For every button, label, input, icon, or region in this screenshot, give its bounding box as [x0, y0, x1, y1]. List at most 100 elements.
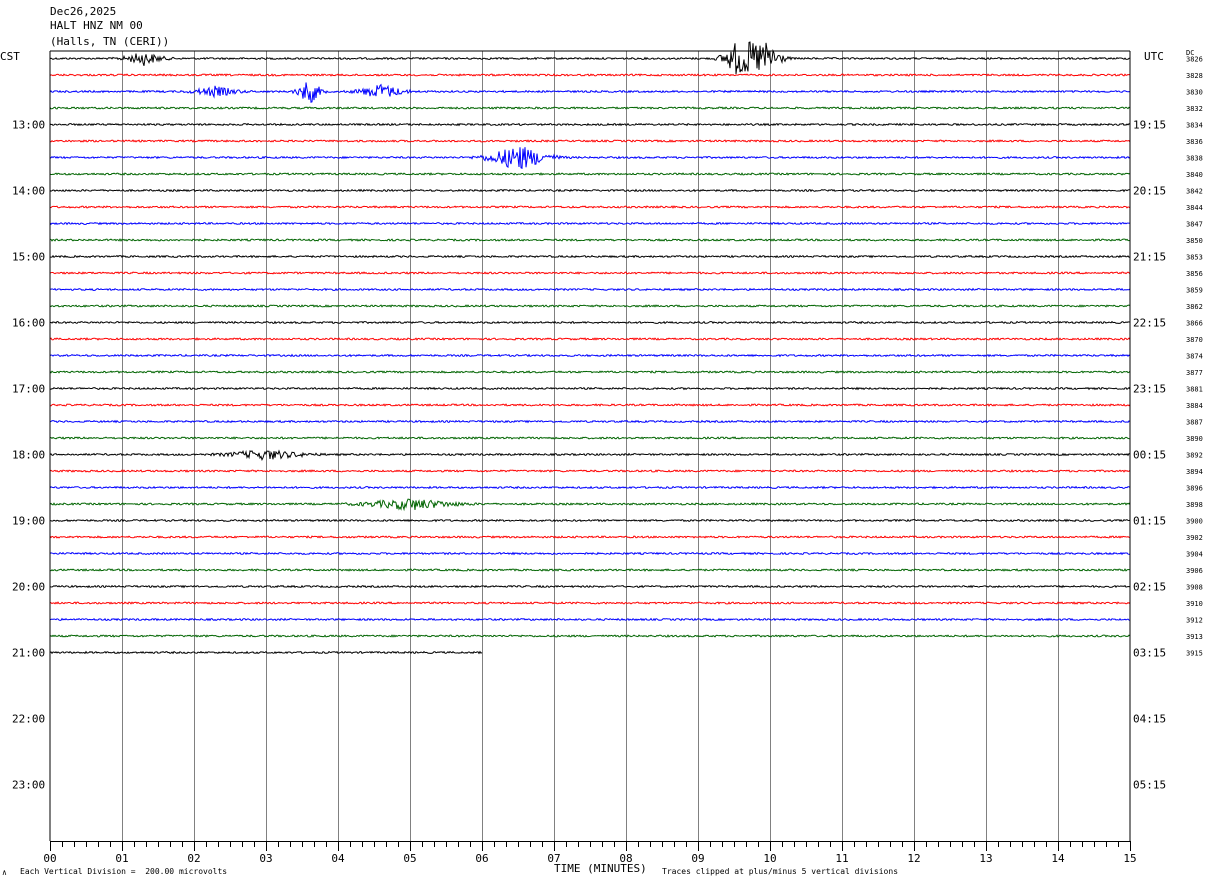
seismic-trace-33: [49, 584, 1131, 589]
hour-label-right: 05:15: [1133, 779, 1166, 792]
x-tick-label: 01: [115, 852, 128, 865]
hour-label-left: 16:00: [12, 317, 45, 330]
dc-offset-label: 3862: [1186, 303, 1203, 311]
dc-offset-label: 3870: [1186, 336, 1203, 344]
hour-label-right: 21:15: [1133, 251, 1166, 264]
dc-offset-label: 3826: [1186, 56, 1203, 64]
dc-offset-label: 3830: [1186, 89, 1203, 97]
seismic-trace-6: [49, 139, 1131, 143]
dc-offset-label: 3877: [1186, 369, 1203, 377]
seismic-trace-18: [49, 337, 1131, 341]
x-tick-label: 00: [43, 852, 56, 865]
dc-offset-label: 3910: [1186, 600, 1203, 608]
dc-offset-label: 3887: [1186, 419, 1203, 427]
hour-label-left: 15:00: [12, 251, 45, 264]
x-tick-label: 02: [187, 852, 200, 865]
dc-offset-label: 3859: [1186, 287, 1203, 295]
x-tick-label: 06: [475, 852, 488, 865]
x-tick-label: 03: [259, 852, 272, 865]
dc-offset-label: 3908: [1186, 584, 1203, 592]
seismic-trace-35: [49, 617, 1131, 622]
hour-label-right: 22:15: [1133, 317, 1166, 330]
seismic-trace-4: [49, 106, 1131, 110]
dc-offset-label: 3896: [1186, 485, 1203, 493]
dc-offset-label: 3828: [1186, 72, 1203, 80]
seismic-trace-29: [49, 518, 1131, 523]
seismic-trace-13: [49, 254, 1131, 259]
dc-offset-label: 3866: [1186, 320, 1203, 328]
hour-label-left: 23:00: [12, 779, 45, 792]
x-tick-label: 05: [403, 852, 416, 865]
x-tick-label: 15: [1123, 852, 1136, 865]
dc-offset-label: 3906: [1186, 567, 1203, 575]
clip-note: Traces clipped at plus/minus 5 vertical …: [662, 867, 899, 876]
seismic-trace-34: [49, 601, 1131, 605]
axis-labels: 00 01 02 03 04 05 06 07 08 09 10 11 12 13 14 1513:0014:…: [12, 56, 1203, 866]
dc-offset-label: 3892: [1186, 452, 1203, 460]
hour-label-left: 22:00: [12, 713, 45, 726]
seismic-trace-22: [49, 403, 1131, 407]
dc-offset-label: 3913: [1186, 633, 1203, 641]
seismic-trace-10: [49, 205, 1131, 209]
hour-label-right: 20:15: [1133, 185, 1166, 198]
dc-offset-label: 3844: [1186, 204, 1203, 212]
hour-label-left: 21:00: [12, 647, 45, 660]
seismic-trace-2: [49, 73, 1131, 77]
hour-label-right: 03:15: [1133, 647, 1166, 660]
hour-label-left: 20:00: [12, 581, 45, 594]
dc-offset-label: 3915: [1186, 650, 1203, 658]
hour-label-left: 18:00: [12, 449, 45, 462]
grid-lines: [122, 51, 1059, 841]
seismic-trace-21: [49, 386, 1131, 391]
dc-offset-label: 3881: [1186, 386, 1203, 394]
seismic-trace-7: [49, 147, 1131, 170]
seismic-trace-1: [49, 41, 1131, 75]
x-tick-label: 11: [835, 852, 848, 865]
seismic-trace-17: [49, 320, 1131, 325]
seismic-trace-31: [49, 551, 1131, 556]
seismic-trace-16: [49, 304, 1131, 308]
hour-label-right: 01:15: [1133, 515, 1166, 528]
seismic-trace-15: [49, 287, 1131, 292]
x-axis-title: TIME (MINUTES): [554, 862, 647, 875]
dc-offset-label: 3890: [1186, 435, 1203, 443]
axes: [49, 50, 1131, 851]
seismic-trace-8: [49, 172, 1131, 176]
helicorder-plot: 00 01 02 03 04 05 06 07 08 09 10 11 12 13 14 1513:0014:…: [12, 41, 1203, 866]
dc-offset-label: 3874: [1186, 353, 1203, 361]
dc-offset-label: 3834: [1186, 122, 1203, 130]
seismic-trace-27: [49, 485, 1131, 490]
dc-offset-label: 3894: [1186, 468, 1203, 476]
x-tick-label: 12: [907, 852, 920, 865]
seismic-trace-23: [49, 419, 1131, 424]
hour-label-right: 19:15: [1133, 119, 1166, 132]
hour-label-right: 00:15: [1133, 449, 1166, 462]
seismic-trace-32: [49, 568, 1131, 572]
dc-offset-label: 3847: [1186, 221, 1203, 229]
dc-offset-label: 3884: [1186, 402, 1203, 410]
seismic-trace-20: [49, 370, 1131, 374]
seismic-trace-14: [49, 271, 1131, 275]
seismic-trace-3: [49, 82, 1131, 103]
hour-label-left: 17:00: [12, 383, 45, 396]
corner-mark: ∧: [2, 868, 7, 877]
dc-offset-label: 3912: [1186, 617, 1203, 625]
seismic-trace-26: [49, 469, 1131, 473]
seismic-trace-24: [49, 436, 1131, 440]
dc-offset-label: 3853: [1186, 254, 1203, 262]
hour-label-left: 14:00: [12, 185, 45, 198]
seismic-trace-28: [49, 498, 1131, 512]
seismic-trace-25: [49, 449, 1131, 462]
x-tick-label: 09: [691, 852, 704, 865]
hour-label-right: 23:15: [1133, 383, 1166, 396]
dc-offset-label: 3902: [1186, 534, 1203, 542]
dc-offset-label: 3840: [1186, 171, 1203, 179]
hour-label-left: 19:00: [12, 515, 45, 528]
seismic-trace-11: [49, 221, 1131, 226]
dc-offset-label: 3904: [1186, 551, 1203, 559]
dc-offset-label: 3836: [1186, 138, 1203, 146]
dc-offset-label: 3842: [1186, 188, 1203, 196]
seismic-trace-5: [49, 122, 1131, 127]
seismic-trace-30: [49, 535, 1131, 539]
hour-label-right: 02:15: [1133, 581, 1166, 594]
